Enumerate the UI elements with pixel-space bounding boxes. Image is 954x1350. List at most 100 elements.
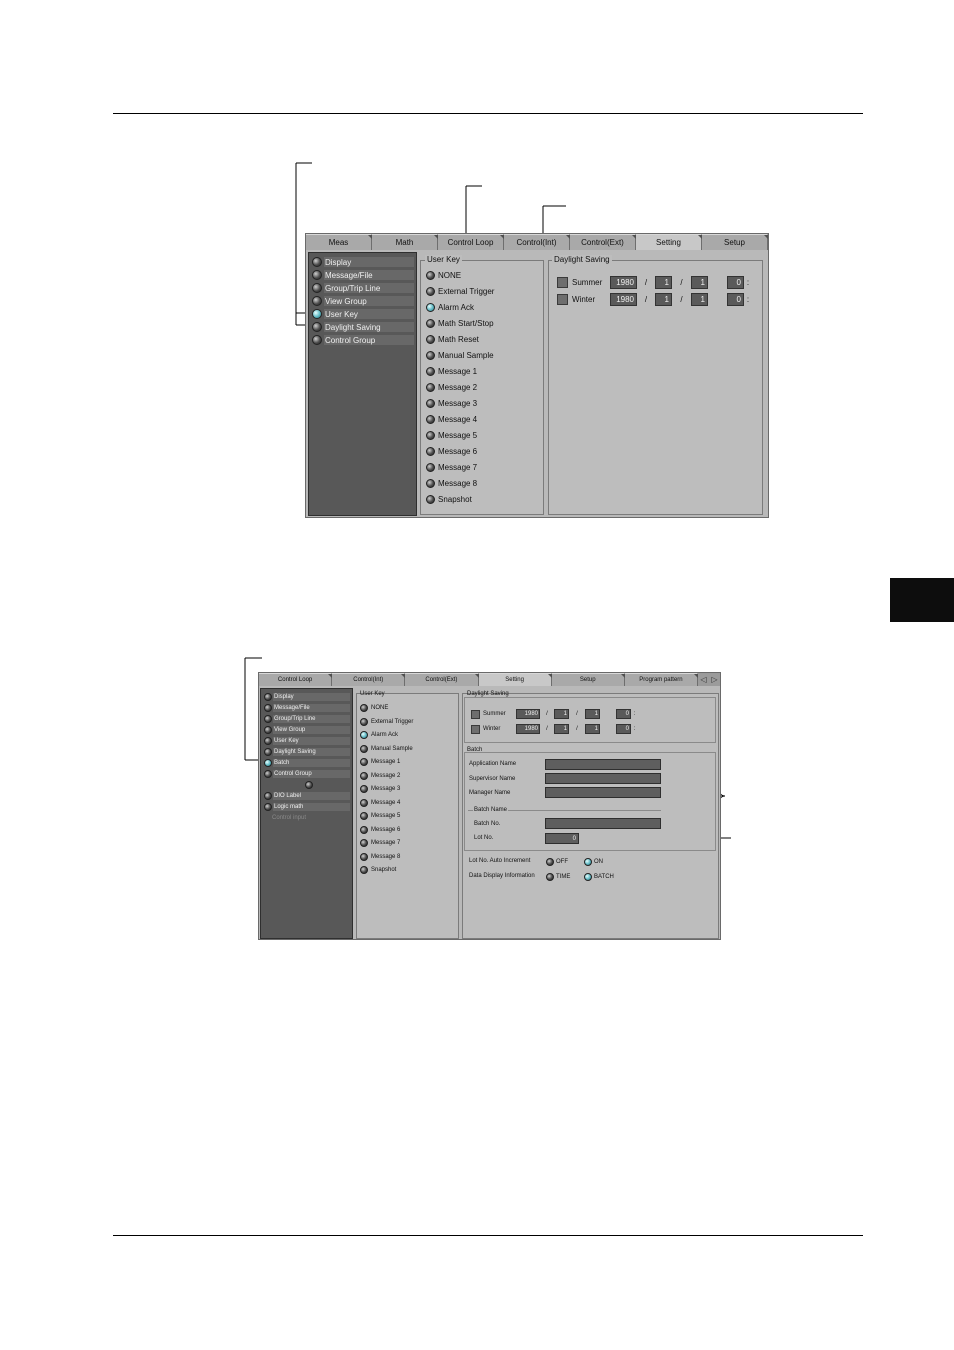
batch-no-label: Batch No. [474, 821, 501, 827]
nav-item-message-file[interactable]: Message/File [264, 703, 350, 713]
nav-item-user-key[interactable]: User Key [264, 736, 350, 746]
display-info-batch[interactable]: BATCH [584, 873, 614, 881]
application-name-field[interactable] [545, 759, 661, 770]
nav-item-user-key[interactable]: User Key [312, 308, 414, 320]
nav-item-control-group[interactable]: Control Group [312, 334, 414, 346]
summer-year-field[interactable]: 1980 [610, 276, 637, 289]
user-key-option-message-8[interactable]: Message 8 [360, 853, 400, 861]
nav-item-display[interactable]: Display [312, 256, 414, 268]
summer-checkbox[interactable] [557, 277, 568, 288]
winter-hour-field[interactable]: 0 [727, 293, 744, 306]
summer-day-field[interactable]: 1 [585, 709, 600, 719]
summer-month-field[interactable]: 1 [655, 276, 672, 289]
manager-name-field[interactable] [545, 787, 661, 798]
winter-day-field[interactable]: 1 [585, 724, 600, 734]
nav-item-daylight-saving[interactable]: Daylight Saving [264, 747, 350, 757]
user-key-option-message-2[interactable]: Message 2 [360, 772, 400, 780]
nav-item-group-trip-line[interactable]: Group/Trip Line [264, 714, 350, 724]
summer-year-field[interactable]: 1980 [516, 709, 540, 719]
user-key-option-alarm-ack[interactable]: Alarm Ack [360, 731, 398, 739]
user-key-option-message-4[interactable]: Message 4 [426, 415, 477, 424]
tab-math[interactable]: Math [372, 234, 438, 250]
option-label: Message 3 [438, 399, 478, 408]
nav-item-display[interactable]: Display [264, 692, 350, 702]
radio-icon [360, 718, 368, 726]
user-key-option-message-6[interactable]: Message 6 [360, 826, 400, 834]
lot-no-field[interactable]: 0 [545, 833, 579, 844]
winter-year-field[interactable]: 1980 [610, 293, 637, 306]
user-key-option-message-3[interactable]: Message 3 [426, 399, 477, 408]
scroll-right-icon[interactable]: ▷ [711, 675, 717, 684]
user-key-option-message-8[interactable]: Message 8 [426, 479, 477, 488]
nav-item-logic-math[interactable]: Logic math [264, 802, 350, 812]
tab-setting[interactable]: Setting [636, 234, 702, 250]
winter-checkbox[interactable] [471, 724, 480, 734]
user-key-option-none[interactable]: NONE [426, 271, 461, 280]
summer-hour-field[interactable]: 0 [616, 709, 631, 719]
user-key-option-manual-sample[interactable]: Manual Sample [360, 745, 413, 753]
nav-item-dio-label[interactable]: DIO Label [264, 791, 350, 801]
tab-control-int[interactable]: Control(Int) [504, 234, 570, 250]
winter-checkbox[interactable] [557, 294, 568, 305]
user-key-option-alarm-ack[interactable]: Alarm Ack [426, 303, 474, 312]
user-key-option-external-trigger[interactable]: External Trigger [426, 287, 494, 296]
user-key-option-message-5[interactable]: Message 5 [426, 431, 477, 440]
summer-hour-field[interactable]: 0 [727, 276, 744, 289]
option-label: ON [594, 859, 603, 865]
option-label: External Trigger [371, 719, 414, 725]
user-key-option-message-1[interactable]: Message 1 [360, 758, 400, 766]
summer-month-field[interactable]: 1 [554, 709, 569, 719]
tab-meas[interactable]: Meas [306, 234, 372, 250]
nav-item-control-group[interactable]: Control Group [264, 769, 350, 779]
user-key-option-external-trigger[interactable]: External Trigger [360, 718, 413, 726]
tab-control-ext[interactable]: Control(Ext) [405, 673, 479, 686]
user-key-option-manual-sample[interactable]: Manual Sample [426, 351, 494, 360]
nav-item-view-group[interactable]: View Group [312, 295, 414, 307]
nav-item-group-trip-line[interactable]: Group/Trip Line [312, 282, 414, 294]
tab-control-int[interactable]: Control(Int) [332, 673, 406, 686]
daylight-saving-box [464, 697, 716, 743]
nav-item-control-input[interactable]: Control input [264, 813, 350, 823]
user-key-option-message-5[interactable]: Message 5 [360, 812, 400, 820]
nav-item-daylight-saving[interactable]: Daylight Saving [312, 321, 414, 333]
user-key-option-message-2[interactable]: Message 2 [426, 383, 477, 392]
user-key-option-message-4[interactable]: Message 4 [360, 799, 400, 807]
nav-item-message-file[interactable]: Message/File [312, 269, 414, 281]
user-key-option-message-6[interactable]: Message 6 [426, 447, 477, 456]
summer-checkbox[interactable] [471, 709, 480, 719]
date-separator: / [546, 726, 548, 732]
tab-control-loop[interactable]: Control Loop [438, 234, 504, 250]
user-key-option-none[interactable]: NONE [360, 704, 388, 712]
user-key-option-message-7[interactable]: Message 7 [426, 463, 477, 472]
winter-month-field[interactable]: 1 [655, 293, 672, 306]
auto-increment-on[interactable]: ON [584, 858, 603, 866]
user-key-option-math-start-stop[interactable]: Math Start/Stop [426, 319, 494, 328]
supervisor-name-field[interactable] [545, 773, 661, 784]
manager-name-label: Manager Name [469, 790, 511, 796]
user-key-option-message-7[interactable]: Message 7 [360, 839, 400, 847]
user-key-option-snapshot[interactable]: Snapshot [360, 866, 396, 874]
tab-control-ext[interactable]: Control(Ext) [570, 234, 636, 250]
scroll-left-icon[interactable]: ◁ [700, 675, 706, 684]
tab-control-loop[interactable]: Control Loop [259, 673, 333, 686]
user-key-option-snapshot[interactable]: Snapshot [426, 495, 472, 504]
nav-item-batch[interactable]: Batch [264, 758, 350, 768]
user-key-option-math-reset[interactable]: Math Reset [426, 335, 479, 344]
tab-setup[interactable]: Setup [551, 673, 626, 686]
winter-day-field[interactable]: 1 [691, 293, 708, 306]
winter-hour-field[interactable]: 0 [616, 724, 631, 734]
tab-setting[interactable]: Setting [478, 673, 552, 686]
winter-month-field[interactable]: 1 [554, 724, 569, 734]
auto-increment-off[interactable]: OFF [546, 858, 568, 866]
user-key-option-message-3[interactable]: Message 3 [360, 785, 400, 793]
summer-day-field[interactable]: 1 [691, 276, 708, 289]
batch-no-field[interactable] [545, 818, 661, 829]
display-info-time[interactable]: TIME [546, 873, 570, 881]
tab-program-pattern[interactable]: Program pattern [624, 673, 699, 686]
user-key-option-message-1[interactable]: Message 1 [426, 367, 477, 376]
tab-setup[interactable]: Setup [702, 234, 768, 250]
radio-icon [426, 495, 435, 504]
nav-label: Daylight Saving [274, 749, 316, 755]
winter-year-field[interactable]: 1980 [516, 724, 540, 734]
nav-item-view-group[interactable]: View Group [264, 725, 350, 735]
